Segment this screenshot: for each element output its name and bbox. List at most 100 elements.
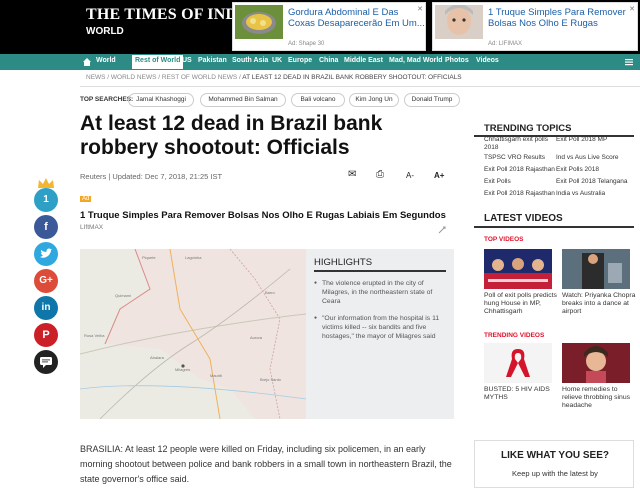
map-label: Piquete [142,255,156,260]
nav-item-rest-of-world[interactable]: Rest of World [132,55,184,69]
pinterest-icon[interactable]: P [34,323,58,347]
highlights-title: HIGHLIGHTS [314,257,373,268]
nav-item-south-asia[interactable]: South Asia [232,57,268,64]
video-thumbnail[interactable] [562,343,630,383]
map-label: Barro [265,290,276,295]
search-pill[interactable]: Bali volcano [291,93,345,107]
highlight-item: "Our information from the hospital is 11… [314,314,446,341]
map-label: Quimami [115,293,131,298]
divider [314,270,446,272]
map-label: Mauriti [210,373,222,378]
trending-topics-title: TRENDING TOPICS [484,123,572,134]
article-body: BRASILIA: At least 12 people were killed… [80,444,452,484]
header-ad-2[interactable]: 1 Truque Simples Para Remover Bolsas Nos… [432,2,638,51]
video-thumbnail[interactable] [562,249,630,289]
trending-topic[interactable]: Ind vs Aus Live Score [556,154,630,162]
ad-title[interactable]: Gordura Abdominal E Das Coxas Desaparece… [288,7,425,29]
like-box-subtitle: Keep up with the latest by [512,469,598,478]
nav-item-china[interactable]: China [319,57,338,64]
latest-videos-title: LATEST VIDEOS [484,213,563,224]
divider [474,226,634,228]
nav-item-videos[interactable]: Videos [476,57,499,64]
trending-topic[interactable]: Chhattisgarh exit polls 2018 [484,136,558,152]
ad-close-icon[interactable]: ✕ [629,5,635,13]
breadcrumb-item[interactable]: REST OF WORLD NEWS [162,74,237,81]
map-label: Lagoinha [185,255,202,260]
breadcrumb-item[interactable]: WORLD NEWS [111,74,157,81]
ad-image-icon [235,5,283,39]
nav-item-mad-mad-world[interactable]: Mad, Mad World [389,57,443,64]
nav-item-photos[interactable]: Photos [445,57,469,64]
search-pill[interactable]: Kim Jong Un [349,93,399,107]
ad-badge: Ad [80,196,92,202]
comment-icon[interactable] [34,350,58,374]
menu-icon[interactable] [624,57,634,67]
site-header: THE TIMES OF INDIA WORLD Gordura Abdomin… [0,0,640,54]
ad-info-icon[interactable] [438,226,446,234]
breadcrumb-current: AT LEAST 12 DEAD IN BRAZIL BANK ROBBERY … [242,74,462,81]
article-headline: At least 12 dead in Brazil bank robbery … [80,112,383,159]
like-box-title: LIKE WHAT YOU SEE? [501,450,609,461]
trending-topic[interactable]: Exit Poll 2018 Rajasthan [484,166,558,174]
map-label: Abaiara [150,355,165,360]
map-label: Brejo Santo [260,377,282,382]
trending-topic[interactable]: Exit Polls [484,178,558,186]
trending-topic[interactable]: Exit Poll 2018 Rajasthan [484,190,558,198]
search-pill[interactable]: Jamal Khashoggi [128,93,194,107]
video-caption[interactable]: Watch: Priyanka Chopra breaks into a dan… [562,292,636,316]
nav-item-us[interactable]: US [182,57,192,64]
map-label: Aurora [250,335,263,340]
facebook-icon[interactable]: f [34,215,58,239]
video-caption[interactable]: Poll of exit polls predicts hung House i… [484,292,558,316]
ad-close-icon[interactable]: ✕ [417,5,423,13]
video-thumbnail[interactable] [484,249,552,289]
video-thumbnail[interactable] [484,343,552,383]
sponsored-title[interactable]: 1 Truque Simples Para Remover Bolsas Nos… [80,210,446,221]
nav-item-world[interactable]: World [96,57,116,64]
map-image: Piquete Lagoinha Quimami Rosa Velha Barr… [80,249,306,419]
map-label: Rosa Velha [84,333,105,338]
mail-icon[interactable]: ✉ [348,169,356,180]
trending-topic[interactable]: Exit Poll 2018 Telangana [556,178,630,186]
font-decrease-button[interactable]: A- [406,171,414,180]
twitter-icon[interactable] [34,242,58,266]
header-ad-1[interactable]: Gordura Abdominal E Das Coxas Desaparece… [232,2,426,51]
trending-topic[interactable]: TSPSC VRO Results [484,154,558,162]
tab-top-videos[interactable]: TOP VIDEOS [484,236,524,243]
like-box: LIKE WHAT YOU SEE? Keep up with the late… [474,440,634,488]
site-logo[interactable]: THE TIMES OF INDIA [86,6,255,24]
trending-topic[interactable]: Exit Polls 2018 [556,166,630,174]
video-caption[interactable]: BUSTED: 5 HIV AIDS MYTHS [484,386,558,402]
google-plus-icon[interactable]: G+ [34,269,58,293]
search-pill[interactable]: Donald Trump [404,93,460,107]
ad-title[interactable]: 1 Truque Simples Para Remover Bolsas Nos… [488,7,637,29]
article-byline: Reuters | Updated: Dec 7, 2018, 21:25 IS… [80,172,223,181]
search-pill[interactable]: Mohammed Bin Salman [200,93,286,107]
trending-topic[interactable]: Exit Poll 2018 MP [556,136,630,144]
trending-topic[interactable]: India vs Australia [556,190,630,198]
video-caption[interactable]: Home remedies to relieve throbbing sinus… [562,386,636,410]
ad-image-icon [435,5,483,39]
breadcrumb: NEWS / WORLD NEWS / REST OF WORLD NEWS /… [86,74,462,81]
map-label: Milagres [175,367,190,372]
divider [80,86,640,87]
top-searches-label: TOP SEARCHES: [80,96,134,103]
sponsored-source: LIftMAX [80,224,104,231]
share-count: 1 [34,188,58,212]
ad-source: Ad: Shape 30 [288,41,325,47]
nav-item-middle-east[interactable]: Middle East [344,57,383,64]
print-icon[interactable]: ⎙ [376,169,384,180]
nav-item-uk[interactable]: UK [272,57,282,64]
tab-trending-videos[interactable]: TRENDING VIDEOS [484,332,544,339]
linkedin-icon[interactable]: in [34,296,58,320]
home-icon[interactable] [82,57,92,67]
highlights-box: HIGHLIGHTS The violence erupted in the c… [306,249,454,419]
nav-item-pakistan[interactable]: Pakistan [198,57,227,64]
highlight-item: The violence erupted in the city of Mila… [314,279,446,306]
nav-item-europe[interactable]: Europe [288,57,312,64]
breadcrumb-item[interactable]: NEWS [86,74,106,81]
section-label[interactable]: WORLD [86,26,124,37]
main-nav: World Rest of World US Pakistan South As… [0,54,640,70]
ad-source: Ad: LIFIMAX [488,41,523,47]
font-increase-button[interactable]: A+ [434,171,444,180]
